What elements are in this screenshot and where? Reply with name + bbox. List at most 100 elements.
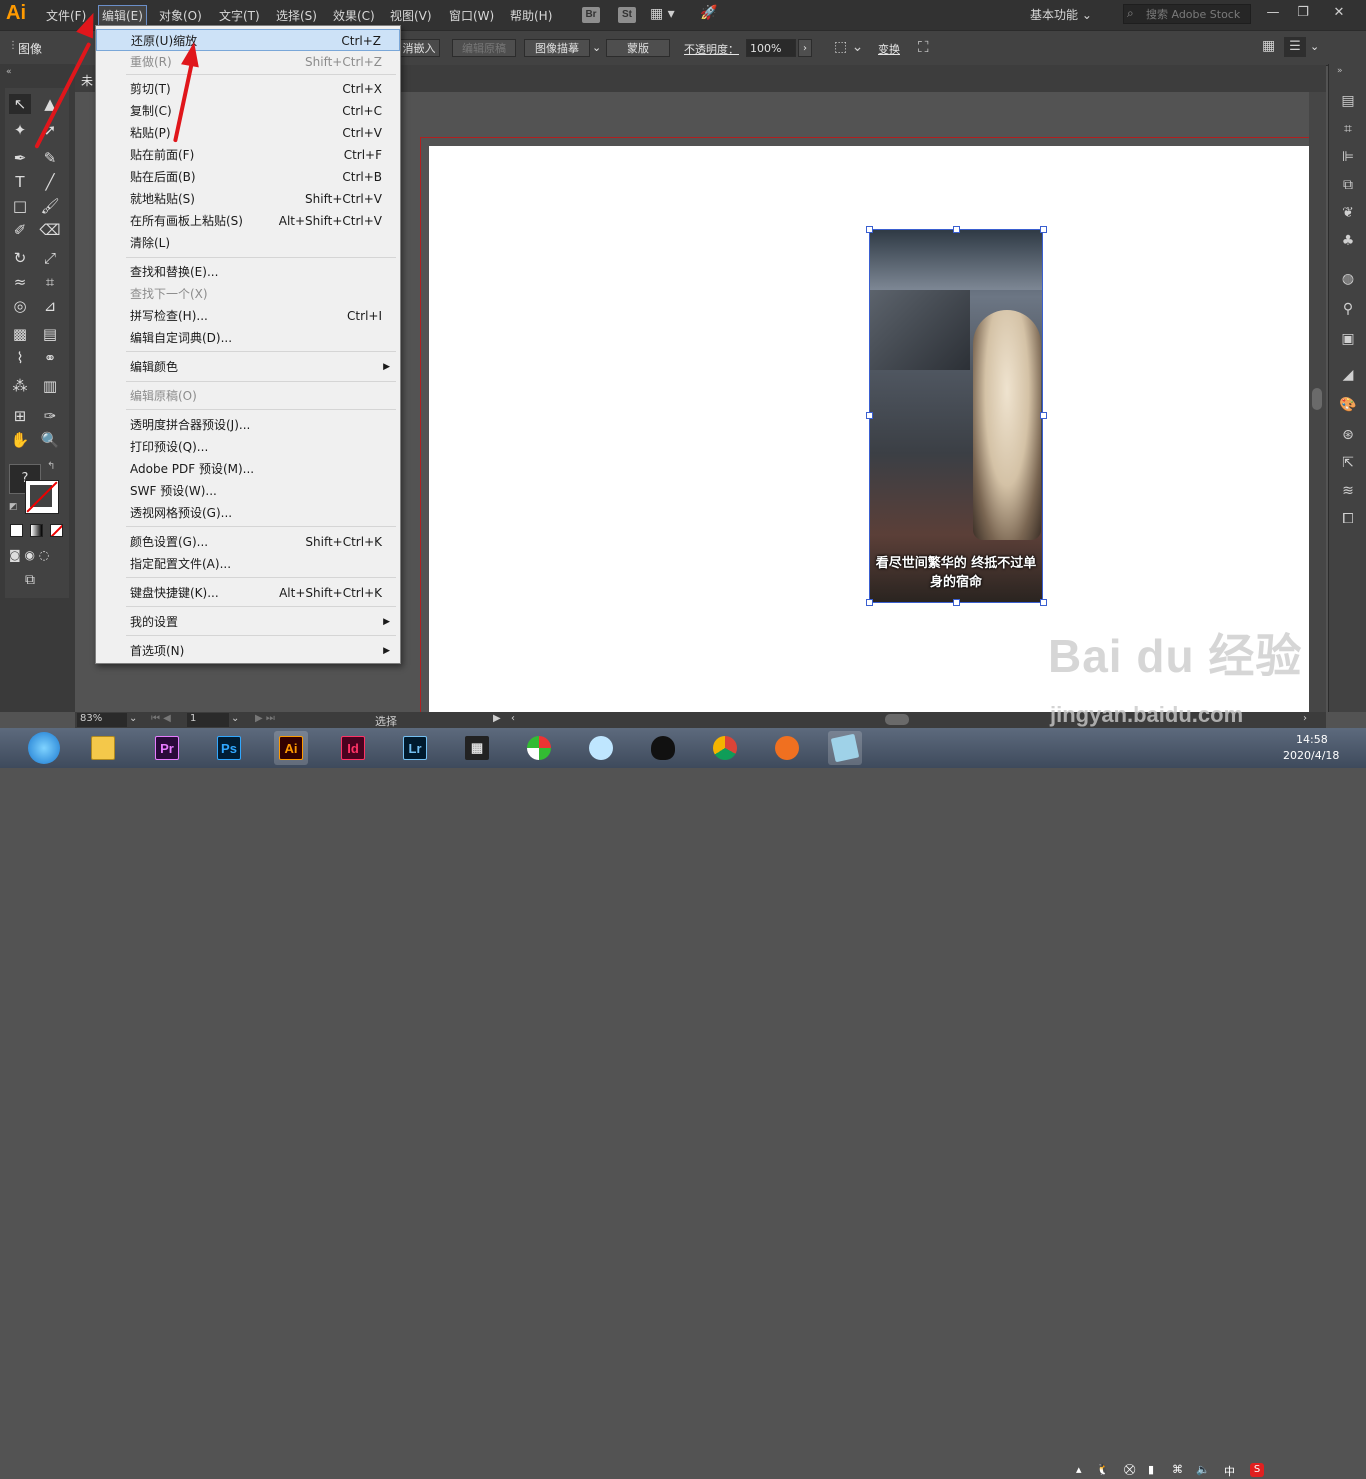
status-menu-icon[interactable]: ▶ bbox=[493, 713, 501, 724]
pen-tool-icon[interactable]: ✒ bbox=[9, 148, 31, 168]
chevron-right-icon[interactable]: › bbox=[798, 39, 812, 57]
edit-menu-item[interactable]: 复制(C) Ctrl+C bbox=[96, 100, 400, 122]
mask-button[interactable]: 蒙版 bbox=[606, 39, 670, 57]
selection-handle[interactable] bbox=[1040, 412, 1047, 419]
align-panel-icon[interactable]: ⊫ bbox=[1339, 148, 1357, 166]
notepad-icon[interactable] bbox=[828, 731, 862, 765]
transform-panel-icon[interactable]: ⌗ bbox=[1339, 120, 1357, 138]
swap-fill-stroke-icon[interactable]: ↰ bbox=[47, 461, 55, 472]
scrollbar-thumb[interactable] bbox=[1312, 388, 1322, 410]
stock-search-input[interactable]: 搜索 Adobe Stock bbox=[1123, 4, 1251, 24]
shape-builder-tool-icon[interactable]: ◎ bbox=[9, 296, 31, 316]
document-tab[interactable]: 未 bbox=[81, 72, 93, 89]
edit-menu-item[interactable]: 透明度拼合器预设(J)... bbox=[96, 414, 400, 436]
scale-tool-icon[interactable]: ⤢ bbox=[39, 248, 61, 268]
grid-view-icon[interactable]: ▦ bbox=[1262, 38, 1275, 54]
artboard-number-input[interactable]: 1 bbox=[187, 713, 229, 727]
chat-app-icon[interactable] bbox=[584, 731, 618, 765]
edit-menu-item[interactable]: 首选项(N) ▶ bbox=[96, 640, 400, 662]
scroll-right-icon[interactable]: › bbox=[1303, 713, 1307, 724]
align-to-icon[interactable]: ⬚ ⌄ bbox=[834, 39, 863, 55]
taskbar-app-pr[interactable]: Pr bbox=[150, 731, 184, 765]
selection-handle[interactable] bbox=[953, 599, 960, 606]
stroke-swatch-icon[interactable] bbox=[25, 480, 59, 514]
clock-time[interactable]: 14:58 bbox=[1296, 733, 1328, 746]
taskbar-app-lr[interactable]: Lr bbox=[398, 731, 432, 765]
opacity-label[interactable]: 不透明度： bbox=[684, 41, 739, 57]
show-hidden-icons[interactable]: ▴ bbox=[1076, 1463, 1082, 1476]
network-icon[interactable]: ⌘ bbox=[1172, 1463, 1183, 1476]
menu-help[interactable]: 帮助(H) bbox=[510, 7, 552, 24]
minimize-button[interactable]: — bbox=[1262, 4, 1284, 22]
transform-link[interactable]: 变换 bbox=[878, 41, 900, 57]
draw-normal-icon[interactable]: ◙ ◉ ◌ bbox=[9, 548, 49, 562]
eyedropper-tool-icon[interactable]: ⌇ bbox=[9, 348, 31, 368]
edit-menu-item[interactable]: 透视网格预设(G)... bbox=[96, 502, 400, 524]
taskbar-app-id[interactable]: Id bbox=[336, 731, 370, 765]
opacity-input[interactable]: 100% bbox=[746, 39, 796, 57]
edit-menu-item[interactable]: 我的设置 ▶ bbox=[96, 611, 400, 633]
appearance-panel-icon[interactable]: ◍ bbox=[1339, 270, 1357, 288]
selection-handle[interactable] bbox=[1040, 226, 1047, 233]
color-mode-icon[interactable] bbox=[10, 524, 23, 537]
selection-handle[interactable] bbox=[866, 599, 873, 606]
placed-image[interactable]: 看尽世间繁华的 终抵不过单身的宿命 bbox=[869, 229, 1043, 603]
zoom-level-input[interactable]: 83% bbox=[77, 713, 127, 727]
edit-menu-item[interactable]: 就地粘贴(S) Shift+Ctrl+V bbox=[96, 188, 400, 210]
gradient-mode-icon[interactable] bbox=[30, 524, 43, 537]
file-explorer-icon[interactable] bbox=[86, 731, 120, 765]
volume-icon[interactable]: 🔈 bbox=[1196, 1463, 1210, 1476]
free-transform-tool-icon[interactable]: ⌗ bbox=[39, 272, 61, 292]
crop-icon[interactable]: ⛶ bbox=[918, 38, 929, 56]
line-tool-icon[interactable]: ╱ bbox=[39, 172, 61, 192]
taskbar-app-ai[interactable]: Ai bbox=[274, 731, 308, 765]
chevron-down-icon[interactable]: ⌄ bbox=[231, 713, 239, 724]
edit-menu-item[interactable]: 编辑颜色 ▶ bbox=[96, 356, 400, 378]
layers-panel-icon[interactable]: ≋ bbox=[1339, 482, 1357, 500]
color-guide-panel-icon[interactable]: ⊛ bbox=[1339, 426, 1357, 444]
taskbar-app-ps[interactable]: Ps bbox=[212, 731, 246, 765]
edit-menu-item[interactable]: 粘贴(P) Ctrl+V bbox=[96, 122, 400, 144]
edit-menu-item[interactable]: 查找和替换(E)... bbox=[96, 261, 400, 283]
mesh-tool-icon[interactable]: ▩ bbox=[9, 324, 31, 344]
close-button[interactable]: ✕ bbox=[1328, 4, 1350, 22]
properties-panel-icon[interactable]: ▤ bbox=[1339, 92, 1357, 110]
chevron-down-icon[interactable]: ⌄ bbox=[592, 41, 601, 54]
perspective-grid-tool-icon[interactable]: ⊿ bbox=[39, 296, 61, 316]
qq-icon[interactable] bbox=[646, 731, 680, 765]
menu-select[interactable]: 选择(S) bbox=[276, 7, 317, 24]
edit-menu-item[interactable]: 贴在前面(F) Ctrl+F bbox=[96, 144, 400, 166]
menu-object[interactable]: 对象(O) bbox=[159, 7, 202, 24]
horizontal-scrollbar-thumb[interactable] bbox=[885, 714, 909, 725]
symbols-panel-icon[interactable]: ♣ bbox=[1339, 232, 1357, 250]
eraser-tool-icon[interactable]: ⌫ bbox=[39, 220, 61, 240]
screen-mode-icon[interactable]: ⧉ bbox=[25, 572, 35, 588]
edit-menu-item[interactable]: 颜色设置(G)... Shift+Ctrl+K bbox=[96, 531, 400, 553]
column-graph-tool-icon[interactable]: ▥ bbox=[39, 376, 61, 396]
edit-menu-item[interactable]: 拼写检查(H)... Ctrl+I bbox=[96, 305, 400, 327]
selection-tool-icon[interactable]: ↖ bbox=[9, 94, 31, 114]
expand-panels-icon[interactable]: » bbox=[1337, 66, 1343, 76]
menu-window[interactable]: 窗口(W) bbox=[449, 7, 494, 24]
type-tool-icon[interactable]: T bbox=[9, 172, 31, 192]
edit-menu-item[interactable]: Adobe PDF 预设(M)... bbox=[96, 458, 400, 480]
hand-tool-icon[interactable]: ✋ bbox=[9, 430, 31, 450]
pathfinder-panel-icon[interactable]: ⧉ bbox=[1339, 176, 1357, 194]
artboard-tool-icon[interactable]: ⊞ bbox=[9, 406, 31, 426]
default-colors-icon[interactable]: ◩ bbox=[9, 502, 18, 512]
qq-tray-icon[interactable]: 🐧 bbox=[1096, 1463, 1110, 1476]
scroll-left-icon[interactable]: ‹ bbox=[511, 713, 515, 724]
selection-handle[interactable] bbox=[953, 226, 960, 233]
edit-menu-item[interactable]: 重做(R) Shift+Ctrl+Z bbox=[96, 51, 400, 73]
edit-menu-item[interactable]: 清除(L) bbox=[96, 232, 400, 254]
update-app-icon[interactable] bbox=[770, 731, 804, 765]
vertical-scrollbar[interactable] bbox=[1309, 92, 1326, 712]
shaper-tool-icon[interactable]: ✐ bbox=[9, 220, 31, 240]
asset-export-panel-icon[interactable]: ⧠ bbox=[1339, 510, 1357, 528]
rectangle-tool-icon[interactable]: □ bbox=[9, 196, 31, 216]
artboards-panel-icon[interactable]: ▣ bbox=[1339, 330, 1357, 348]
edit-menu-item[interactable]: SWF 预设(W)... bbox=[96, 480, 400, 502]
video-editor-icon[interactable]: ▦ bbox=[460, 731, 494, 765]
selection-handle[interactable] bbox=[1040, 599, 1047, 606]
curvature-tool-icon[interactable]: ✎ bbox=[39, 148, 61, 168]
